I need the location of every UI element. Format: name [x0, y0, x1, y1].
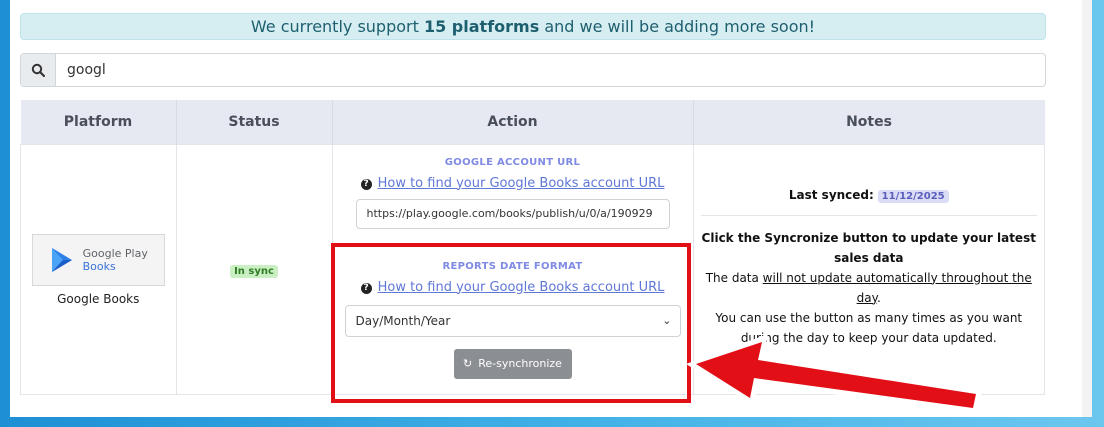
date-format-select[interactable]: Day/Month/Year ⌄: [344, 304, 681, 337]
logo-text: Google Play Books: [83, 247, 148, 273]
date-help-row: ? How to find your Google Books account U…: [333, 280, 693, 295]
account-url-input[interactable]: [355, 198, 670, 229]
account-help-row: ? How to find your Google Books account U…: [333, 176, 693, 191]
chevron-down-icon: ⌄: [662, 313, 672, 327]
platforms-table: Platform Status Action Notes Google Play…: [20, 100, 1045, 395]
header-notes: Notes: [693, 100, 1045, 145]
banner-bold: 15 platforms: [423, 17, 540, 36]
header-action: Action: [332, 100, 694, 145]
table-header-row: Platform Status Action Notes: [20, 100, 1045, 145]
action-cell: GOOGLE ACCOUNT URL ? How to find your Goo…: [331, 144, 694, 395]
search-bar: [20, 53, 1046, 87]
platform-name: Google Books: [57, 291, 140, 306]
header-platform: Platform: [20, 100, 177, 145]
date-format-value: Day/Month/Year: [355, 313, 451, 328]
notes-instructions: Click the Syncronize button to update yo…: [701, 230, 1036, 265]
account-url-label: GOOGLE ACCOUNT URL: [444, 156, 581, 168]
notes-warning-pre: The data: [705, 270, 763, 285]
question-icon: ?: [360, 178, 372, 190]
account-help-link[interactable]: How to find your Google Books account UR…: [378, 176, 665, 191]
notes-warning: The data will not update automatically t…: [695, 268, 1044, 308]
page: We currently support 15 platforms and we…: [10, 0, 1082, 417]
banner-suffix: and we will be adding more soon!: [539, 17, 816, 36]
notes-warning-post: .: [877, 290, 881, 305]
resync-label: Re-synchronize: [478, 357, 562, 370]
logo-line1: Google Play: [82, 246, 148, 260]
status-badge: In sync: [230, 264, 278, 278]
banner-text: We currently support: [250, 17, 424, 36]
logo-line2: Books: [82, 259, 116, 273]
search-button[interactable]: [21, 54, 56, 86]
google-play-logo: Google Play Books: [31, 233, 165, 286]
last-synced-date: 11/12/2025: [877, 189, 949, 203]
table-row: Google Play Books Google Books In sync G…: [20, 144, 1045, 395]
notes-divider: [700, 214, 1037, 216]
support-banner: We currently support 15 platforms and we…: [20, 13, 1046, 40]
date-help-link[interactable]: How to find your Google Books account UR…: [378, 280, 665, 295]
header-status: Status: [176, 100, 333, 145]
search-input[interactable]: [56, 54, 1045, 86]
last-synced-row: Last synced: 11/12/2025: [695, 188, 1044, 203]
status-cell: In sync: [175, 144, 333, 395]
resync-button[interactable]: ↻ Re-synchronize: [453, 348, 572, 379]
platform-cell: Google Play Books Google Books: [20, 144, 177, 395]
notes-usage: You can use the button as many times as …: [715, 310, 1023, 345]
google-play-icon: [51, 247, 72, 272]
scrollbar-track[interactable]: [1082, 0, 1092, 417]
notes-warning-underline: will not update automatically throughout…: [762, 270, 1032, 305]
notes-cell: Last synced: 11/12/2025 Click the Syncro…: [692, 144, 1045, 395]
search-icon: [31, 63, 45, 77]
sync-icon: ↻: [463, 357, 473, 370]
question-icon: ?: [360, 282, 372, 294]
last-synced-label: Last synced:: [788, 187, 874, 202]
date-format-label: REPORTS DATE FORMAT: [442, 260, 583, 272]
